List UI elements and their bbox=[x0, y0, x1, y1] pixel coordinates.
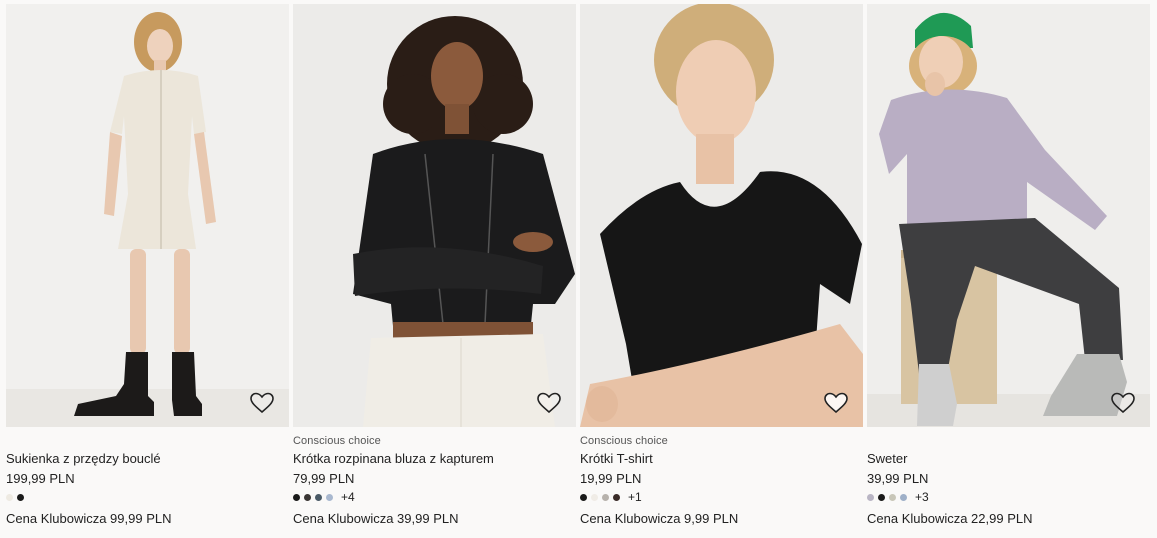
color-swatch[interactable] bbox=[293, 493, 300, 501]
color-swatch[interactable] bbox=[315, 493, 322, 501]
product-name[interactable]: Sweter bbox=[867, 451, 907, 466]
product-grid: Sukienka z przędzy bouclé 199,99 PLN Cen… bbox=[0, 0, 1157, 538]
product-tag: Conscious choice bbox=[580, 435, 668, 447]
more-colors-count: +4 bbox=[341, 490, 355, 504]
club-price: Cena Klubowicza 22,99 PLN bbox=[867, 511, 1033, 526]
product-meta: Conscious choice Krótka rozpinana bluza … bbox=[293, 427, 576, 534]
product-image[interactable] bbox=[6, 4, 289, 427]
product-name[interactable]: Sukienka z przędzy bouclé bbox=[6, 451, 161, 466]
product-card[interactable]: Sweter 39,99 PLN +3 Cena Klubowicza 22,9… bbox=[867, 4, 1150, 534]
product-meta: Conscious choice Krótki T-shirt 19,99 PL… bbox=[580, 427, 863, 534]
color-swatch[interactable] bbox=[889, 493, 896, 501]
product-image[interactable] bbox=[293, 4, 576, 427]
product-image[interactable] bbox=[580, 4, 863, 427]
club-price: Cena Klubowicza 9,99 PLN bbox=[580, 511, 739, 526]
color-swatch[interactable] bbox=[900, 493, 907, 501]
color-swatch[interactable] bbox=[613, 493, 620, 501]
product-meta: Sweter 39,99 PLN +3 Cena Klubowicza 22,9… bbox=[867, 427, 1150, 534]
heart-icon[interactable] bbox=[536, 391, 562, 415]
product-card[interactable]: Conscious choice Krótka rozpinana bluza … bbox=[293, 4, 576, 534]
color-swatch[interactable] bbox=[17, 493, 24, 501]
model-black-zip-hoodie-icon bbox=[293, 4, 576, 427]
product-price: 19,99 PLN bbox=[580, 471, 642, 486]
color-swatch[interactable] bbox=[878, 493, 885, 501]
color-swatch[interactable] bbox=[602, 493, 609, 501]
product-price: 39,99 PLN bbox=[867, 471, 929, 486]
model-black-tshirt-icon bbox=[580, 4, 863, 427]
color-swatch[interactable] bbox=[591, 493, 598, 501]
color-swatches: +3 bbox=[867, 490, 929, 504]
color-swatches: +4 bbox=[293, 490, 355, 504]
color-swatch[interactable] bbox=[580, 493, 587, 501]
product-tag: Conscious choice bbox=[293, 435, 381, 447]
color-swatch[interactable] bbox=[326, 493, 333, 501]
model-cream-boucle-dress-icon bbox=[6, 4, 289, 427]
product-meta: Sukienka z przędzy bouclé 199,99 PLN Cen… bbox=[6, 427, 289, 534]
product-image[interactable] bbox=[867, 4, 1150, 427]
club-price: Cena Klubowicza 39,99 PLN bbox=[293, 511, 459, 526]
color-swatch[interactable] bbox=[6, 493, 13, 501]
product-card[interactable]: Sukienka z przędzy bouclé 199,99 PLN Cen… bbox=[6, 4, 289, 534]
club-price: Cena Klubowicza 99,99 PLN bbox=[6, 511, 172, 526]
product-price: 79,99 PLN bbox=[293, 471, 355, 486]
heart-icon[interactable] bbox=[249, 391, 275, 415]
product-name[interactable]: Krótka rozpinana bluza z kapturem bbox=[293, 451, 494, 466]
more-colors-count: +3 bbox=[915, 490, 929, 504]
more-colors-count: +1 bbox=[628, 490, 642, 504]
color-swatches bbox=[6, 491, 28, 503]
color-swatch[interactable] bbox=[304, 493, 311, 501]
product-name[interactable]: Krótki T-shirt bbox=[580, 451, 653, 466]
color-swatch[interactable] bbox=[867, 493, 874, 501]
heart-icon[interactable] bbox=[823, 391, 849, 415]
product-card[interactable]: Conscious choice Krótki T-shirt 19,99 PL… bbox=[580, 4, 863, 534]
color-swatches: +1 bbox=[580, 490, 642, 504]
model-lilac-sweater-icon bbox=[867, 4, 1150, 427]
product-price: 199,99 PLN bbox=[6, 471, 75, 486]
heart-icon[interactable] bbox=[1110, 391, 1136, 415]
